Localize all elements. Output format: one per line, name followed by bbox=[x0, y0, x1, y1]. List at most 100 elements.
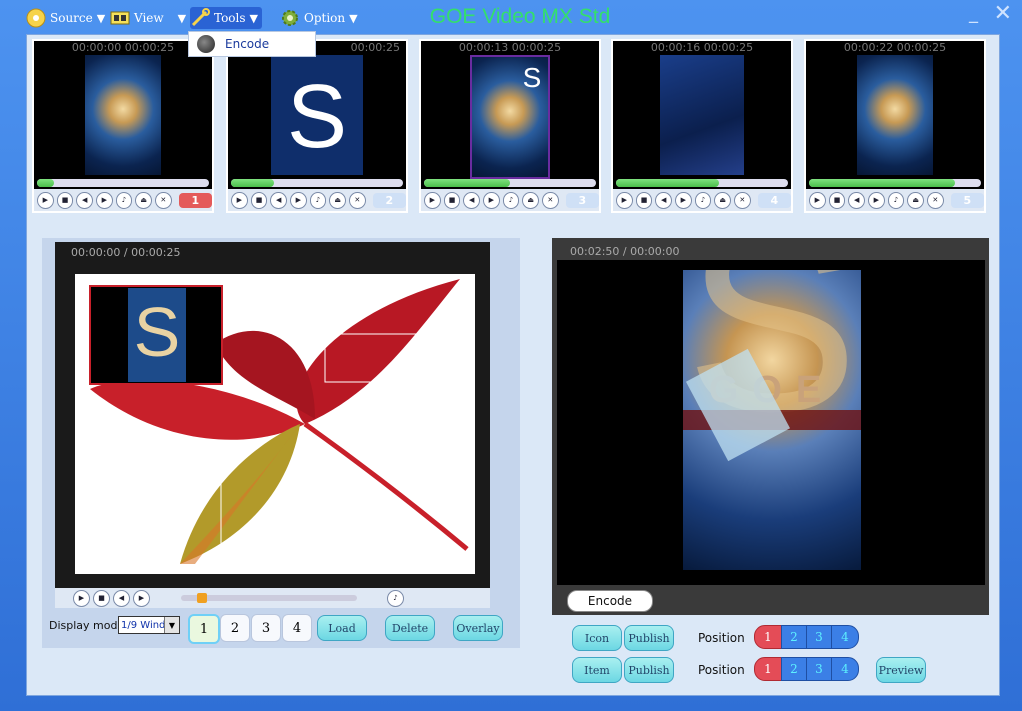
item-position-3[interactable]: 3 bbox=[806, 657, 832, 681]
clip-seek-bar[interactable] bbox=[616, 179, 788, 187]
seek-thumb[interactable] bbox=[197, 593, 207, 603]
eject-icon[interactable]: ⏏ bbox=[329, 191, 347, 209]
icon-button[interactable]: Icon bbox=[572, 625, 622, 651]
volume-icon[interactable]: ♪ bbox=[309, 191, 327, 209]
forward-icon[interactable]: ▶ bbox=[483, 191, 500, 209]
close-icon[interactable]: ✕ bbox=[994, 3, 1012, 25]
icon-position-3[interactable]: 3 bbox=[806, 625, 832, 649]
stop-icon[interactable]: ■ bbox=[250, 191, 268, 209]
compose-canvas[interactable]: S bbox=[75, 274, 475, 574]
clip-seek-bar[interactable] bbox=[37, 179, 209, 187]
volume-icon[interactable]: ♪ bbox=[115, 191, 133, 209]
rewind-icon[interactable]: ◀ bbox=[463, 191, 481, 209]
rewind-icon[interactable]: ◀ bbox=[655, 191, 673, 209]
eject-icon[interactable]: ⏏ bbox=[135, 191, 153, 209]
forward-icon[interactable]: ▶ bbox=[133, 589, 150, 607]
layout-button-3[interactable]: 3 bbox=[251, 614, 281, 642]
clip-thumb-4[interactable]: 00:00:16 00:00:25 ▶ ■ ◀ ▶ ♪ ⏏ ✕ 4 bbox=[611, 39, 793, 213]
clip-number[interactable]: 3 bbox=[565, 192, 599, 208]
clip-screen[interactable] bbox=[37, 55, 209, 177]
stop-icon[interactable]: ■ bbox=[93, 589, 110, 607]
eject-icon[interactable]: ⏏ bbox=[714, 191, 732, 209]
clip-screen[interactable]: S bbox=[424, 55, 596, 179]
remove-icon[interactable]: ✕ bbox=[542, 191, 559, 209]
forward-icon[interactable]: ▶ bbox=[290, 191, 307, 209]
item-position-2[interactable]: 2 bbox=[781, 657, 807, 681]
preview-button[interactable]: Preview bbox=[876, 657, 926, 683]
remove-icon[interactable]: ✕ bbox=[734, 191, 751, 209]
rewind-icon[interactable]: ◀ bbox=[270, 191, 288, 209]
play-icon[interactable]: ▶ bbox=[809, 191, 826, 209]
remove-icon[interactable]: ✕ bbox=[155, 191, 172, 209]
clip-number[interactable]: 5 bbox=[950, 192, 984, 208]
layout-button-2[interactable]: 2 bbox=[220, 614, 250, 642]
forward-icon[interactable]: ▶ bbox=[96, 191, 113, 209]
clip-thumb-1[interactable]: 00:00:00 00:00:25 ▶ ■ ◀ ▶ ♪ ⏏ ✕ 1 bbox=[32, 39, 214, 213]
layout-button-1[interactable]: 1 bbox=[188, 614, 220, 644]
stop-icon[interactable]: ■ bbox=[828, 191, 846, 209]
menu-view[interactable]: View ▼ bbox=[110, 7, 186, 29]
rewind-icon[interactable]: ◀ bbox=[848, 191, 866, 209]
stop-icon[interactable]: ■ bbox=[635, 191, 653, 209]
layout-button-4[interactable]: 4 bbox=[282, 614, 312, 642]
remove-icon[interactable]: ✕ bbox=[927, 191, 944, 209]
clip-thumb-2[interactable]: 00:00:25 S ▶ ■ ◀ ▶ ♪ ⏏ ✕ 2 bbox=[226, 39, 408, 213]
menu-option[interactable]: Option ▼ bbox=[280, 7, 358, 29]
delete-button[interactable]: Delete bbox=[385, 615, 435, 641]
play-icon[interactable]: ▶ bbox=[231, 191, 248, 209]
load-button[interactable]: Load bbox=[317, 615, 367, 641]
stop-icon[interactable]: ■ bbox=[56, 191, 74, 209]
volume-icon[interactable]: ♪ bbox=[694, 191, 712, 209]
clip-seek-bar[interactable] bbox=[809, 179, 981, 187]
item-button[interactable]: Item bbox=[572, 657, 622, 683]
remove-icon[interactable]: ✕ bbox=[349, 191, 366, 209]
rewind-icon[interactable]: ◀ bbox=[76, 191, 94, 209]
forward-icon[interactable]: ▶ bbox=[868, 191, 885, 209]
clip-number[interactable]: 2 bbox=[372, 192, 406, 208]
volume-icon[interactable]: ♪ bbox=[502, 191, 520, 209]
display-mode-select[interactable]: 1/9 Wind ▼ bbox=[118, 616, 180, 634]
stop-icon[interactable]: ■ bbox=[443, 191, 461, 209]
rewind-icon[interactable]: ◀ bbox=[113, 589, 130, 607]
clip-number[interactable]: 1 bbox=[178, 192, 212, 208]
item-position-4[interactable]: 4 bbox=[831, 657, 859, 681]
clip-thumb-3[interactable]: 00:00:13 00:00:25 S ▶ ■ ◀ ▶ ♪ ⏏ ✕ 3 bbox=[419, 39, 601, 213]
clip-time: 00:00:22 00:00:25 bbox=[843, 41, 947, 54]
item-position-1[interactable]: 1 bbox=[754, 657, 782, 681]
overlay-button[interactable]: Overlay bbox=[453, 615, 503, 641]
clip-progress bbox=[616, 179, 720, 187]
volume-icon[interactable]: ♪ bbox=[387, 589, 404, 607]
play-icon[interactable]: ▶ bbox=[73, 589, 90, 607]
gear-icon bbox=[280, 8, 300, 28]
volume-icon[interactable]: ♪ bbox=[887, 191, 905, 209]
play-icon[interactable]: ▶ bbox=[37, 191, 54, 209]
encode-button[interactable]: Encode bbox=[567, 590, 653, 612]
item-publish-button[interactable]: Publish bbox=[624, 657, 674, 683]
compose-controls: ▶ ■ ◀ ▶ ♪ bbox=[55, 588, 490, 608]
menu-source[interactable]: Source ▼ bbox=[26, 7, 105, 29]
icon-publish-button[interactable]: Publish bbox=[624, 625, 674, 651]
clip-seek-bar[interactable] bbox=[424, 179, 596, 187]
icon-position-2[interactable]: 2 bbox=[781, 625, 807, 649]
menu-tools[interactable]: Tools ▼ bbox=[190, 7, 262, 29]
clip-number[interactable]: 4 bbox=[757, 192, 791, 208]
minimize-icon[interactable]: _ bbox=[969, 3, 978, 24]
tools-menu-encode[interactable]: Encode bbox=[225, 37, 269, 51]
output-image: S GOE bbox=[643, 176, 913, 570]
compose-seek-bar[interactable] bbox=[181, 593, 357, 603]
clip-screen[interactable] bbox=[616, 55, 788, 177]
clip-screen[interactable] bbox=[809, 55, 981, 177]
clip-screen[interactable]: S bbox=[231, 55, 403, 177]
clip-time: 00:00:13 00:00:25 bbox=[458, 41, 562, 54]
icon-position-4[interactable]: 4 bbox=[831, 625, 859, 649]
chevron-down-icon: ▼ bbox=[349, 11, 358, 25]
eject-icon[interactable]: ⏏ bbox=[522, 191, 540, 209]
play-icon[interactable]: ▶ bbox=[616, 191, 633, 209]
forward-icon[interactable]: ▶ bbox=[675, 191, 692, 209]
output-time: 00:02:50 / 00:00:00 bbox=[570, 245, 680, 258]
play-icon[interactable]: ▶ bbox=[424, 191, 441, 209]
eject-icon[interactable]: ⏏ bbox=[907, 191, 925, 209]
clip-seek-bar[interactable] bbox=[231, 179, 403, 187]
clip-thumb-5[interactable]: 00:00:22 00:00:25 ▶ ■ ◀ ▶ ♪ ⏏ ✕ 5 bbox=[804, 39, 986, 213]
icon-position-1[interactable]: 1 bbox=[754, 625, 782, 649]
